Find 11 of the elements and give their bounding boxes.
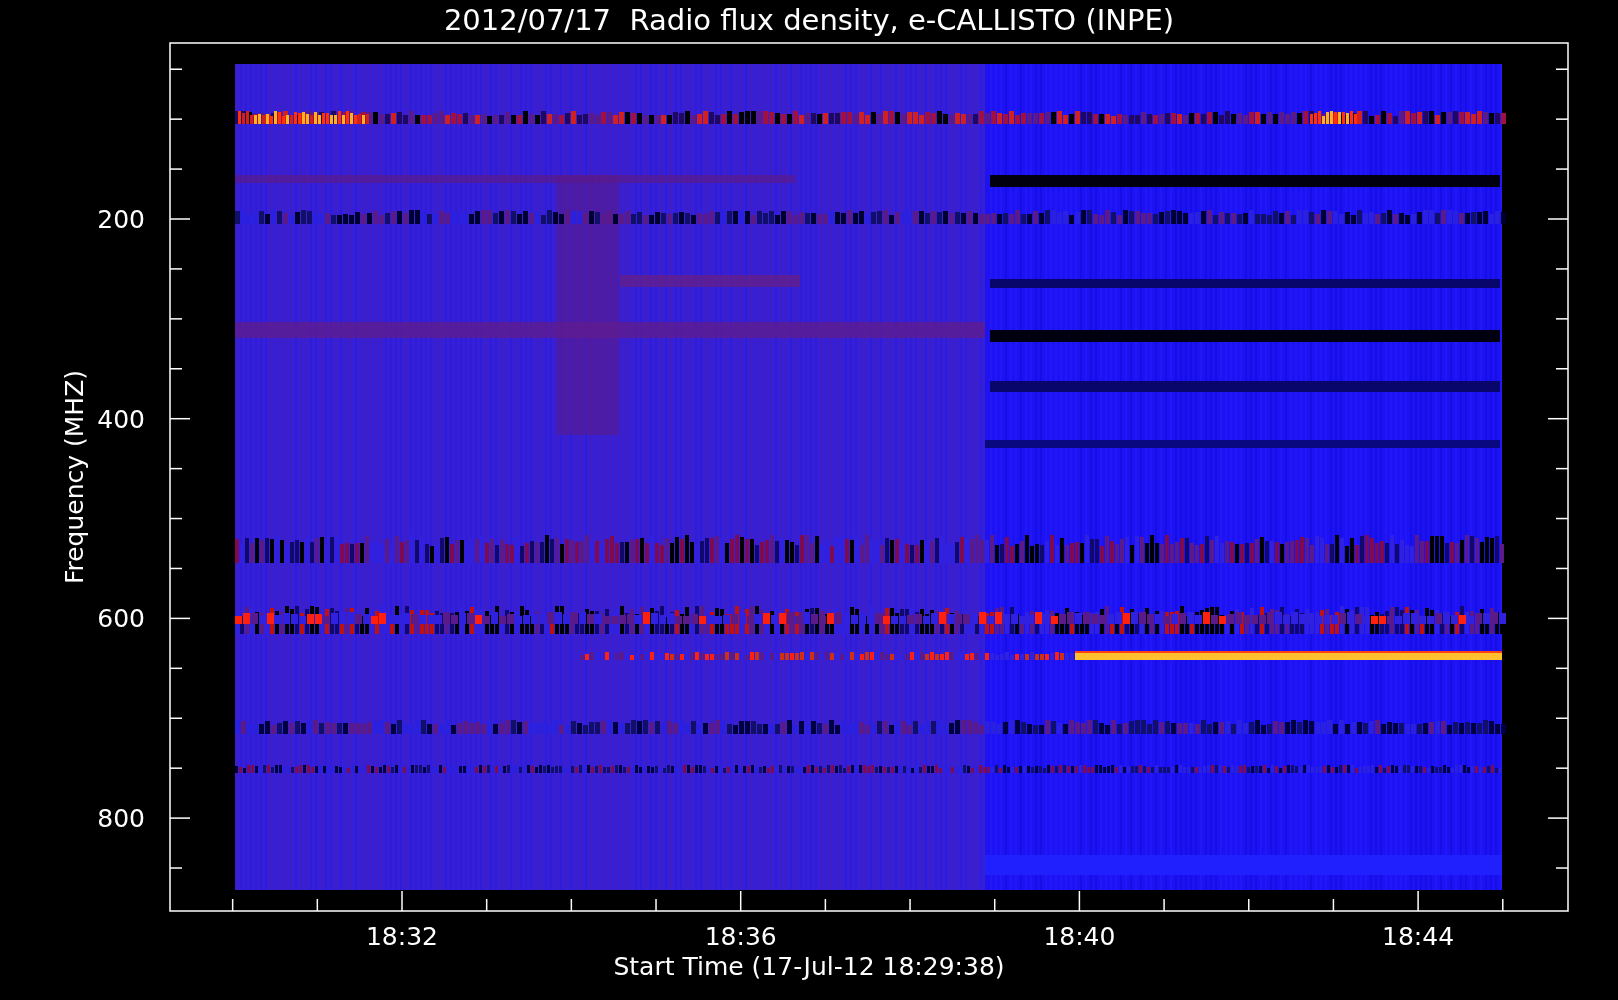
x-tick-label: 18:36	[704, 922, 777, 951]
y-tick-label: 400	[97, 404, 145, 434]
x-tick-label: 18:44	[1382, 922, 1455, 951]
y-tick-label: 800	[97, 804, 145, 834]
y-tick-label: 600	[97, 604, 145, 634]
y-axis-title: Frequency (MHZ)	[60, 369, 89, 585]
x-tick-label: 18:40	[1043, 922, 1116, 951]
x-axis-title: Start Time (17-Jul-12 18:29:38)	[613, 952, 1005, 981]
chart-title: 2012/07/17 Radio flux density, e-CALLISTO (INPE)	[443, 3, 1175, 37]
y-tick-label: 200	[97, 205, 145, 234]
x-tick-label: 18:32	[366, 922, 438, 951]
